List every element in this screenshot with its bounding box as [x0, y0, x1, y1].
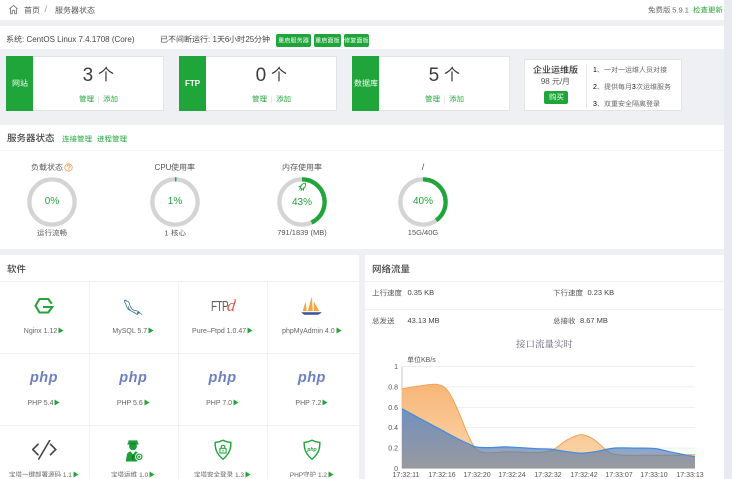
svg-text:0.8: 0.8: [388, 384, 398, 391]
svg-text:17:32:42: 17:32:42: [570, 472, 597, 479]
svg-text:17:32:24: 17:32:24: [498, 472, 525, 479]
svg-text:php: php: [306, 447, 316, 453]
svg-text:17:33:07: 17:33:07: [605, 472, 632, 479]
svg-text:0.2: 0.2: [388, 446, 398, 453]
svg-text:0.6: 0.6: [388, 405, 398, 412]
svg-text:1: 1: [394, 364, 398, 371]
svg-text:17:33:13: 17:33:13: [676, 472, 703, 479]
svg-text:17:32:20: 17:32:20: [463, 472, 490, 479]
svg-text:17:32:32: 17:32:32: [534, 472, 561, 479]
svg-text:17:33:10: 17:33:10: [640, 472, 667, 479]
svg-text:0.4: 0.4: [388, 425, 398, 432]
svg-text:17:32:16: 17:32:16: [428, 472, 455, 479]
svg-text:17:32:11: 17:32:11: [393, 472, 420, 479]
